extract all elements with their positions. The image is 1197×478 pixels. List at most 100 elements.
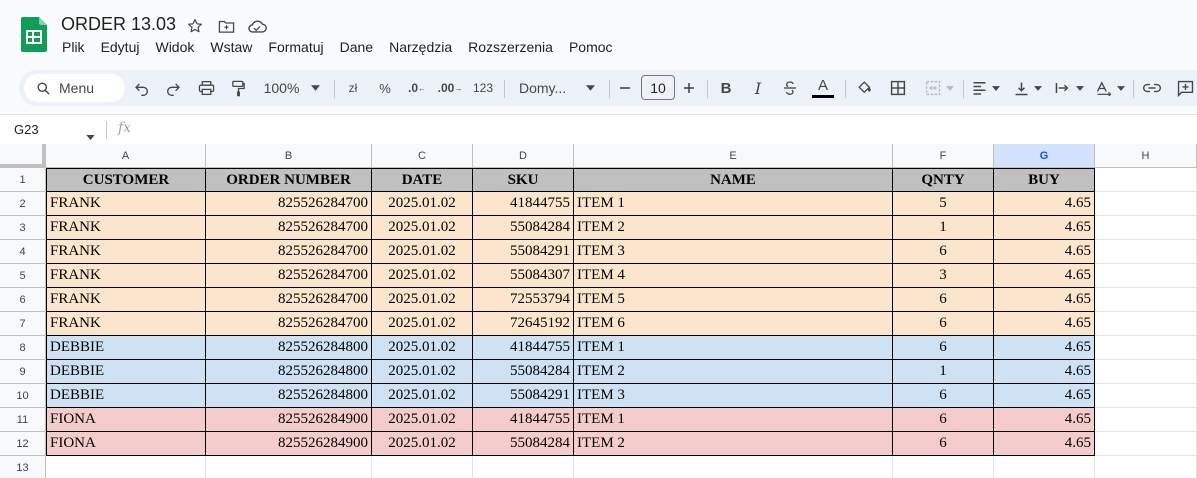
table-cell[interactable]: ITEM 3 (574, 384, 893, 408)
table-cell[interactable]: 55084284 (473, 432, 574, 456)
menu-formatuj[interactable]: Formatuj (268, 39, 323, 55)
empty-cell[interactable] (1095, 312, 1197, 336)
column-header-d[interactable]: D (473, 144, 574, 168)
vertical-align-icon[interactable] (1011, 70, 1045, 106)
text-color-button[interactable]: A (811, 70, 835, 106)
table-cell[interactable]: FRANK (46, 288, 206, 312)
increase-decimal-button[interactable]: .00 → (437, 70, 463, 106)
header-cell[interactable]: CUSTOMER (46, 168, 206, 192)
sheets-logo-icon[interactable] (21, 17, 47, 52)
table-cell[interactable]: ITEM 5 (574, 288, 893, 312)
table-cell[interactable]: 1 (893, 360, 994, 384)
table-cell[interactable]: 825526284700 (206, 192, 372, 216)
menu-search-box[interactable]: Menu (24, 74, 125, 102)
table-cell[interactable]: 4.65 (994, 216, 1095, 240)
table-cell[interactable]: 825526284700 (206, 288, 372, 312)
print-icon[interactable] (195, 70, 217, 106)
empty-cell[interactable] (1095, 192, 1197, 216)
table-cell[interactable]: 4.65 (994, 360, 1095, 384)
table-cell[interactable]: 2025.01.02 (372, 288, 473, 312)
header-cell[interactable]: ORDER NUMBER (206, 168, 372, 192)
empty-cell[interactable] (1095, 240, 1197, 264)
table-cell[interactable]: 2025.01.02 (372, 216, 473, 240)
empty-cell[interactable] (1095, 216, 1197, 240)
table-cell[interactable]: ITEM 6 (574, 312, 893, 336)
table-cell[interactable]: 825526284800 (206, 360, 372, 384)
italic-button[interactable]: I (748, 70, 768, 106)
table-cell[interactable]: 825526284700 (206, 240, 372, 264)
table-cell[interactable]: 6 (893, 384, 994, 408)
menu-wstaw[interactable]: Wstaw (210, 39, 252, 55)
table-cell[interactable]: 6 (893, 336, 994, 360)
insert-comment-icon[interactable] (1174, 70, 1196, 106)
borders-icon[interactable] (887, 70, 909, 106)
redo-icon[interactable] (162, 70, 184, 106)
table-cell[interactable]: 4.65 (994, 336, 1095, 360)
table-cell[interactable]: 6 (893, 408, 994, 432)
table-cell[interactable]: 6 (893, 312, 994, 336)
column-header-c[interactable]: C (372, 144, 473, 168)
table-cell[interactable]: 825526284900 (206, 408, 372, 432)
table-cell[interactable]: 2025.01.02 (372, 360, 473, 384)
increase-font-size-icon[interactable] (680, 70, 698, 106)
table-cell[interactable]: 825526284800 (206, 336, 372, 360)
move-folder-icon[interactable] (215, 16, 237, 36)
row-header-6[interactable]: 6 (0, 288, 46, 312)
table-cell[interactable]: FRANK (46, 264, 206, 288)
menu-edytuj[interactable]: Edytuj (101, 39, 140, 55)
header-cell[interactable]: QNTY (893, 168, 994, 192)
row-header-8[interactable]: 8 (0, 336, 46, 360)
table-cell[interactable]: DEBBIE (46, 384, 206, 408)
paint-format-icon[interactable] (227, 70, 249, 106)
header-cell[interactable]: NAME (574, 168, 893, 192)
table-cell[interactable]: 4.65 (994, 408, 1095, 432)
empty-cell[interactable] (1095, 264, 1197, 288)
table-cell[interactable]: 41844755 (473, 192, 574, 216)
table-cell[interactable]: 4.65 (994, 384, 1095, 408)
table-cell[interactable]: 6 (893, 288, 994, 312)
row-header-13[interactable]: 13 (0, 456, 46, 478)
empty-cell[interactable] (1095, 336, 1197, 360)
number-format-button[interactable]: 123 (470, 70, 496, 106)
strikethrough-icon[interactable] (780, 70, 800, 106)
menu-dane[interactable]: Dane (340, 39, 373, 55)
table-cell[interactable]: 4.65 (994, 288, 1095, 312)
empty-cell[interactable] (1095, 456, 1197, 478)
table-cell[interactable]: 825526284900 (206, 432, 372, 456)
table-cell[interactable]: ITEM 1 (574, 408, 893, 432)
table-cell[interactable]: 55084284 (473, 360, 574, 384)
table-cell[interactable]: 4.65 (994, 240, 1095, 264)
row-header-3[interactable]: 3 (0, 216, 46, 240)
table-cell[interactable]: 3 (893, 264, 994, 288)
table-cell[interactable]: ITEM 1 (574, 336, 893, 360)
table-cell[interactable]: 6 (893, 240, 994, 264)
table-cell[interactable]: 72553794 (473, 288, 574, 312)
column-header-b[interactable]: B (206, 144, 372, 168)
table-cell[interactable]: 2025.01.02 (372, 336, 473, 360)
decrease-decimal-button[interactable]: .0 ← (405, 70, 429, 106)
empty-cell[interactable] (1095, 384, 1197, 408)
table-cell[interactable]: 4.65 (994, 264, 1095, 288)
table-cell[interactable]: FRANK (46, 216, 206, 240)
table-cell[interactable]: FRANK (46, 240, 206, 264)
table-cell[interactable]: 55084284 (473, 216, 574, 240)
table-cell[interactable]: 2025.01.02 (372, 192, 473, 216)
table-cell[interactable]: DEBBIE (46, 360, 206, 384)
table-cell[interactable]: FIONA (46, 408, 206, 432)
table-cell[interactable]: 2025.01.02 (372, 264, 473, 288)
table-cell[interactable]: 4.65 (994, 312, 1095, 336)
name-box[interactable]: G23 (14, 122, 39, 137)
header-cell[interactable]: SKU (473, 168, 574, 192)
column-header-g[interactable]: G (994, 144, 1095, 168)
table-cell[interactable]: 72645192 (473, 312, 574, 336)
table-cell[interactable]: ITEM 1 (574, 192, 893, 216)
zoom-select[interactable]: 100% (259, 70, 325, 106)
table-cell[interactable]: 2025.01.02 (372, 432, 473, 456)
row-header-12[interactable]: 12 (0, 432, 46, 456)
table-cell[interactable]: 41844755 (473, 336, 574, 360)
row-header-2[interactable]: 2 (0, 192, 46, 216)
menu-pomoc[interactable]: Pomoc (569, 39, 613, 55)
text-rotation-icon[interactable] (1093, 70, 1127, 106)
empty-cell[interactable] (372, 456, 473, 478)
empty-cell[interactable] (206, 456, 372, 478)
